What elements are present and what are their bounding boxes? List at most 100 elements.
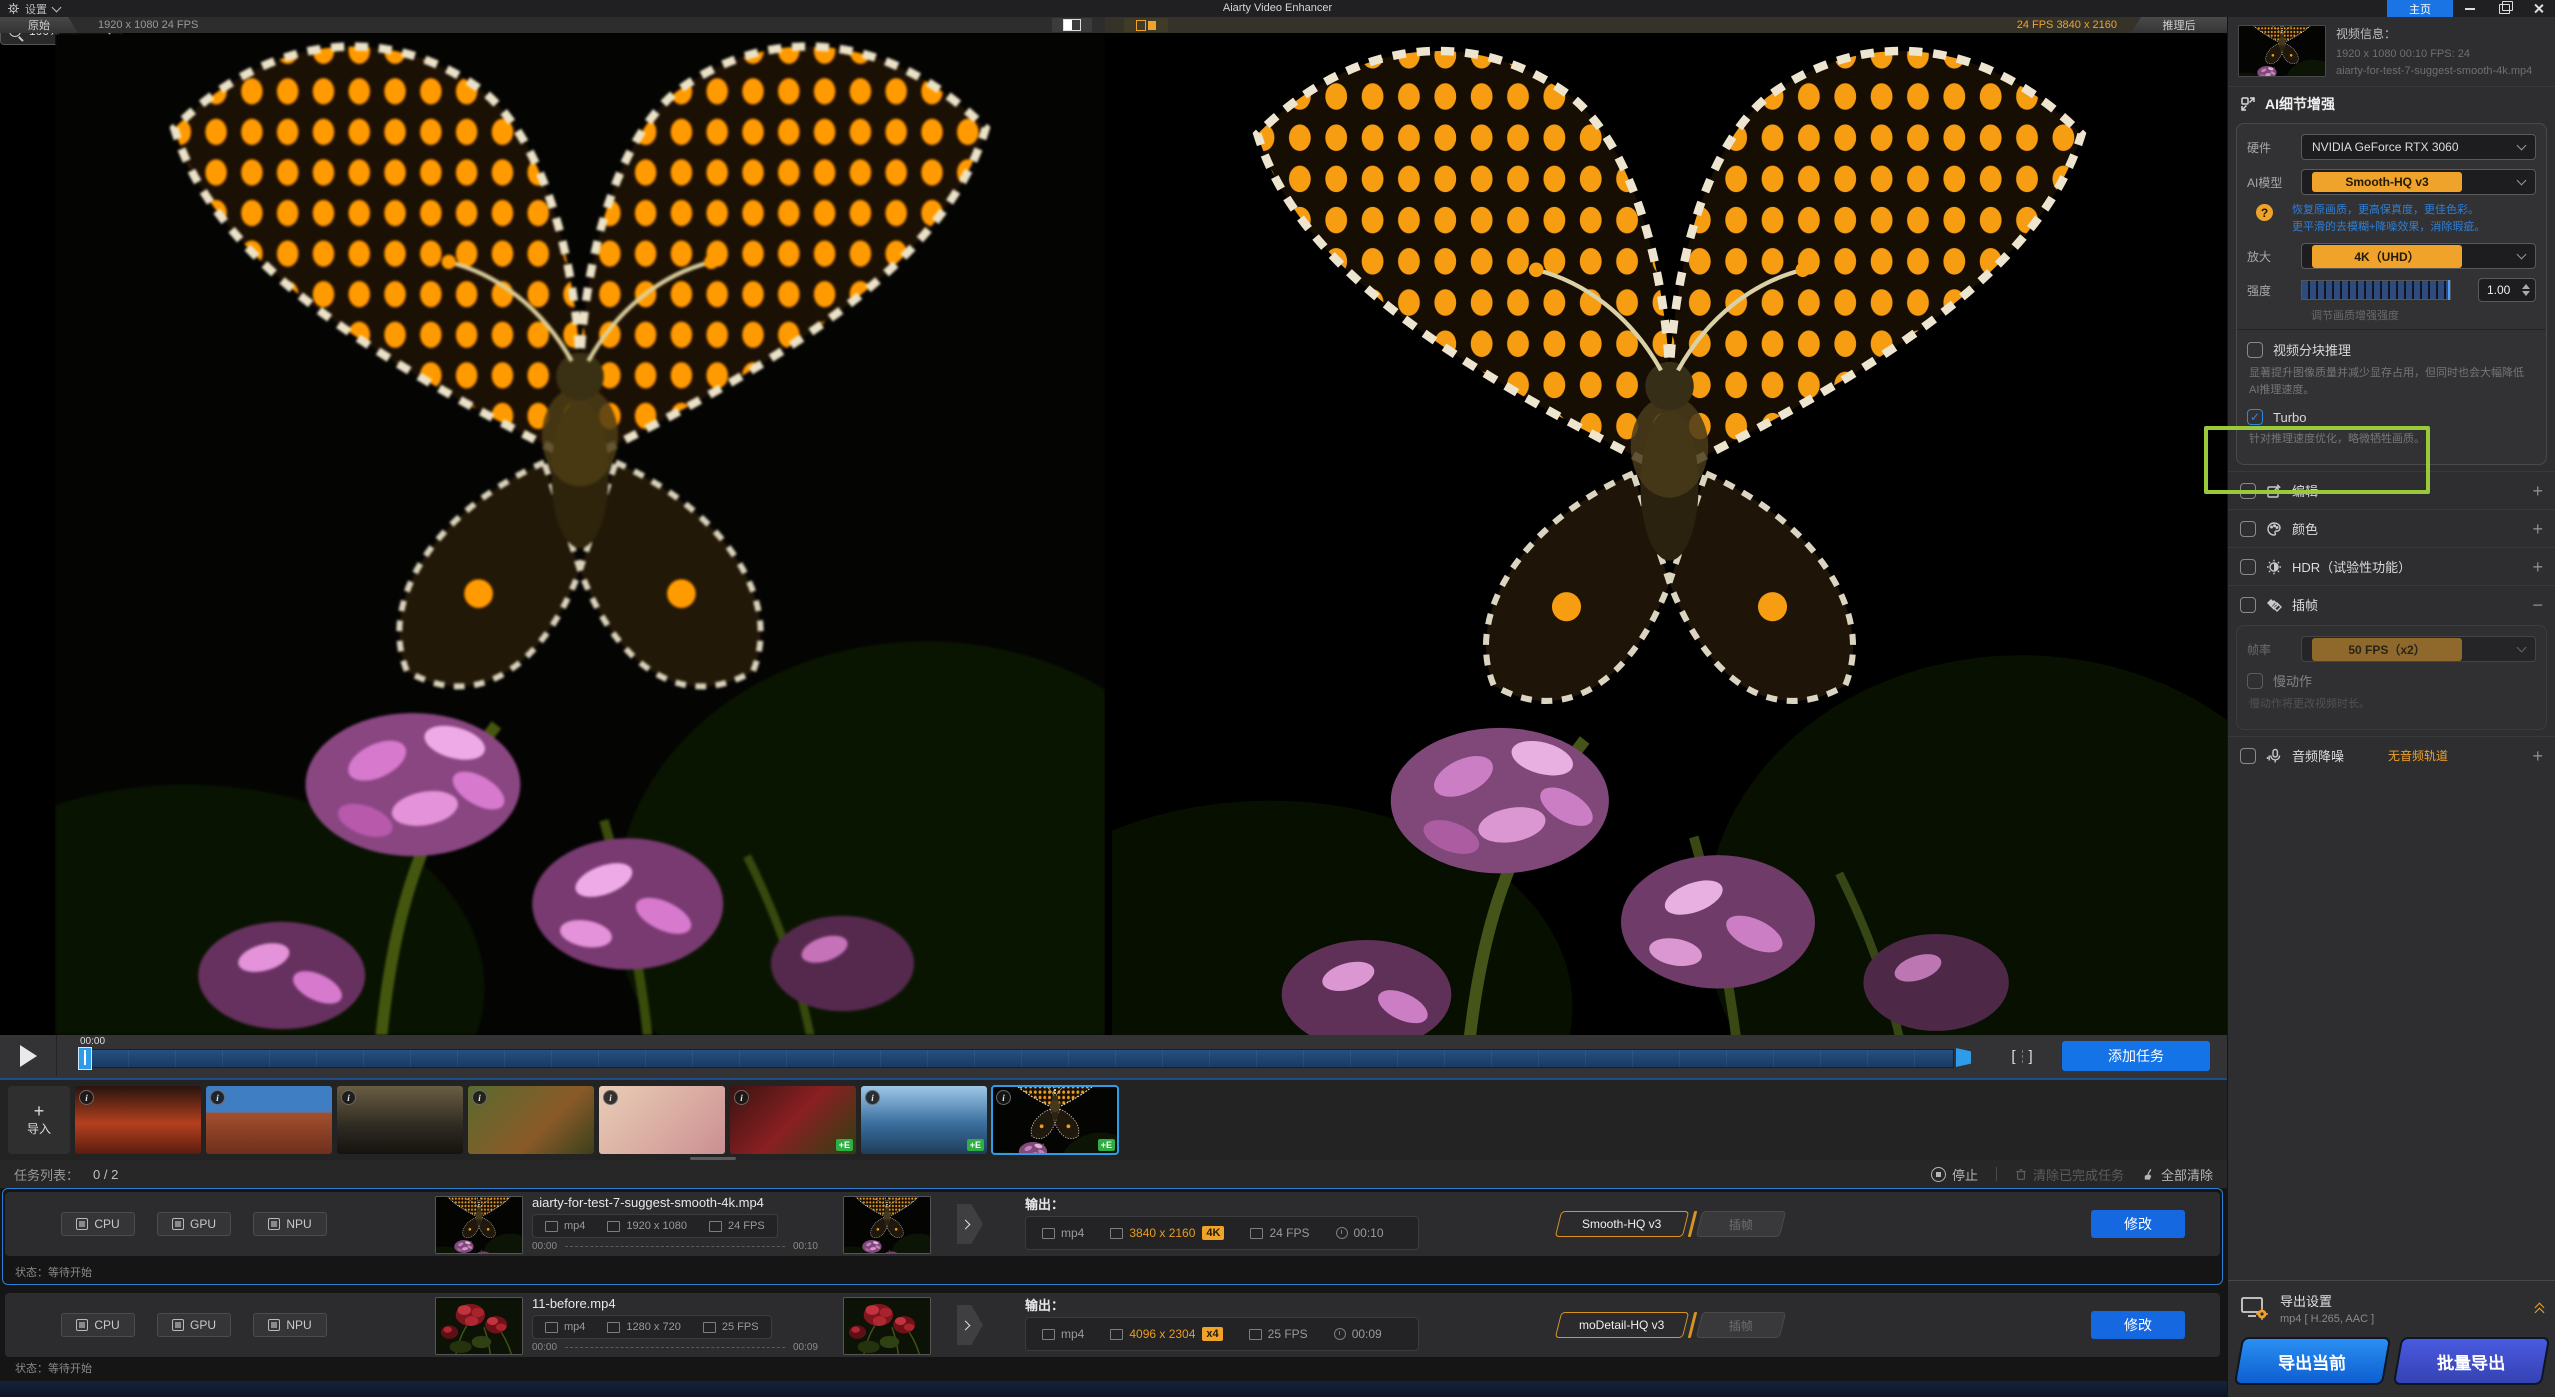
upscale-icon [2241,97,2255,111]
current-time-label: 00:00 [80,1036,106,1047]
color-checkbox[interactable] [2240,520,2256,537]
split-view-toggle[interactable] [1052,18,1092,32]
play-button[interactable] [0,1035,57,1076]
step-up-icon[interactable] [2522,284,2530,290]
trim-range[interactable]: 00:00 00:10 [532,1241,818,1252]
export-current-button[interactable]: 导出当前 [2233,1337,2391,1385]
task-row[interactable]: CPU GPU NPU 11-before.mp4 mp4 1280 x 720… [2,1289,2223,1381]
import-button[interactable]: + 导入 [8,1086,70,1154]
strength-slider[interactable] [2301,280,2451,301]
ai-model-select[interactable]: Smooth-HQ v3 [2301,169,2536,196]
enhance-section-header: AI细节增强 [2228,86,2555,121]
expand-icon[interactable]: + [2532,558,2543,576]
turbo-checkbox[interactable]: ✓ [2247,409,2263,426]
hardware-label: 硬件 [2247,140,2272,155]
app-title: Aiarty Video Enhancer [1222,2,1333,14]
stop-icon [1930,1166,1946,1182]
task-list-label: 任务列表： [14,1167,80,1183]
expand-icon[interactable]: + [2532,482,2543,500]
arrow-right-icon [957,1305,983,1345]
task-model-settings[interactable]: moDetail-HQ v3 插帧 [1554,1312,1787,1338]
preview-header-left: 原始 1920 x 1080 24 FPS [0,17,1105,33]
gpu-chip[interactable]: GPU [157,1313,231,1337]
minimize-button[interactable] [2453,0,2487,17]
interp-section-row[interactable]: 插帧 − [2228,585,2555,623]
npu-chip[interactable]: NPU [253,1212,327,1236]
hdr-section-row[interactable]: HDR（试验性功能） + [2228,547,2555,585]
model-description: 恢复原画质，更高保真度，更佳色彩。 更平滑的去模糊+降噪效果，消除瑕疵。 [2292,204,2486,233]
tab-original[interactable]: 原始 [0,17,78,33]
timeline-end-handle[interactable] [1956,1048,1971,1067]
media-thumbnail-sleeping-baby[interactable]: i [599,1086,725,1154]
trim-start: 00:00 [532,1241,558,1252]
task-model-settings[interactable]: Smooth-HQ v3 插帧 [1554,1211,1787,1237]
tab-result[interactable]: 推理后 [2131,17,2227,33]
modify-button[interactable]: 修改 [2091,1311,2185,1339]
maximize-icon [2498,0,2513,14]
media-thumbnail-red-flowers[interactable]: i +E [730,1086,856,1154]
clear-all-button[interactable]: 全部清除 [2142,1165,2213,1184]
export-batch-button[interactable]: 批量导出 [2392,1337,2550,1385]
media-thumbnail-butterfly[interactable]: i +E [991,1085,1119,1155]
media-thumbnail-classic-car[interactable]: i [337,1086,463,1154]
fps-icon [708,1220,722,1232]
cpu-chip[interactable]: CPU [61,1212,135,1236]
title-bar: 设置 Aiarty Video Enhancer 主页 [0,0,2555,17]
export-settings-icon [2241,1297,2268,1320]
export-settings-block[interactable]: 导出设置 mp4 [ H.265, AAC ] [2228,1280,2555,1333]
npu-chip[interactable]: NPU [253,1313,327,1337]
slowmo-label: 慢动作 [2273,674,2313,690]
interp-checkbox[interactable] [2240,596,2256,613]
media-thumbnail-canyon[interactable]: i [206,1086,332,1154]
trim-track [565,1347,785,1348]
edit-section-row[interactable]: 编辑 + [2228,471,2555,509]
stop-button[interactable]: 停止 [1930,1165,1978,1184]
expand-icon[interactable]: + [2532,520,2543,538]
expand-icon[interactable]: + [2532,747,2543,765]
add-task-button[interactable]: 添加任务 [2062,1041,2210,1071]
upscale-select[interactable]: 4K（UHD） [2301,243,2536,270]
media-thumbnail-mountain-lake[interactable]: i +E [861,1086,987,1154]
media-thumbnail-sunset-harbor[interactable]: i [75,1086,201,1154]
task-output-thumbnail [843,1196,931,1254]
task-file-info: aiarty-for-test-7-suggest-smooth-4k.mp4 … [532,1195,832,1252]
maximize-button[interactable] [2487,0,2521,17]
help-icon[interactable]: ? [2256,204,2273,222]
gpu-chip[interactable]: GPU [157,1212,231,1236]
task-count: 0 / 2 [93,1166,119,1182]
audio-denoise-checkbox[interactable] [2240,747,2256,764]
strength-stepper[interactable]: 1.00 [2478,278,2536,303]
task-file-info: 11-before.mp4 mp4 1280 x 720 25 FPS 00:0… [532,1296,832,1353]
task-output-info: 输出： mp4 3840 x 2160 4K 24 FPS 00:10 [1025,1194,1419,1250]
edit-checkbox[interactable] [2240,482,2256,499]
collapse-icon[interactable]: − [2532,596,2543,614]
trim-range[interactable]: 00:00 00:09 [532,1342,818,1353]
task-filename: aiarty-for-test-7-suggest-smooth-4k.mp4 [532,1195,764,1210]
audio-denoise-row[interactable]: 音频降噪 无音频轨道 + [2228,736,2555,774]
clear-completed-button[interactable]: 清除已完成任务 [2015,1165,2124,1184]
slowmo-checkbox[interactable] [2247,672,2263,689]
step-down-icon[interactable] [2522,291,2530,297]
task-row[interactable]: CPU GPU NPU aiarty-for-test-7-suggest-sm… [2,1188,2223,1285]
hdr-checkbox[interactable] [2240,558,2256,575]
trim-range-button[interactable]: [] [2002,1047,2042,1066]
side-by-side-view-toggle[interactable] [1124,18,1168,32]
modify-button[interactable]: 修改 [2091,1210,2185,1238]
home-button[interactable]: 主页 [2387,0,2453,17]
playhead-handle[interactable] [78,1047,92,1070]
hardware-select[interactable]: NVIDIA GeForce RTX 3060 [2301,134,2536,161]
collapse-up-icon[interactable] [2534,1302,2545,1317]
media-thumbnail-squirrel[interactable]: i [468,1086,594,1154]
color-section-row[interactable]: 颜色 + [2228,509,2555,547]
duration-icon [1333,1328,1346,1340]
cpu-chip[interactable]: CPU [61,1313,135,1337]
settings-menu[interactable]: 设置 [0,0,62,17]
chevron-down-icon [51,2,62,12]
info-icon: i [734,1090,749,1105]
tile-inference-checkbox[interactable] [2247,341,2263,358]
framerate-select[interactable]: 50 FPS（x2） [2301,636,2536,663]
task-list-header: 任务列表： 0 / 2 停止 清除已完成任务 全部清除 [0,1160,2227,1188]
timeline-track[interactable] [80,1049,1954,1068]
close-button[interactable] [2521,0,2555,17]
upscale-value-pill: 4K（UHD） [2312,244,2462,268]
